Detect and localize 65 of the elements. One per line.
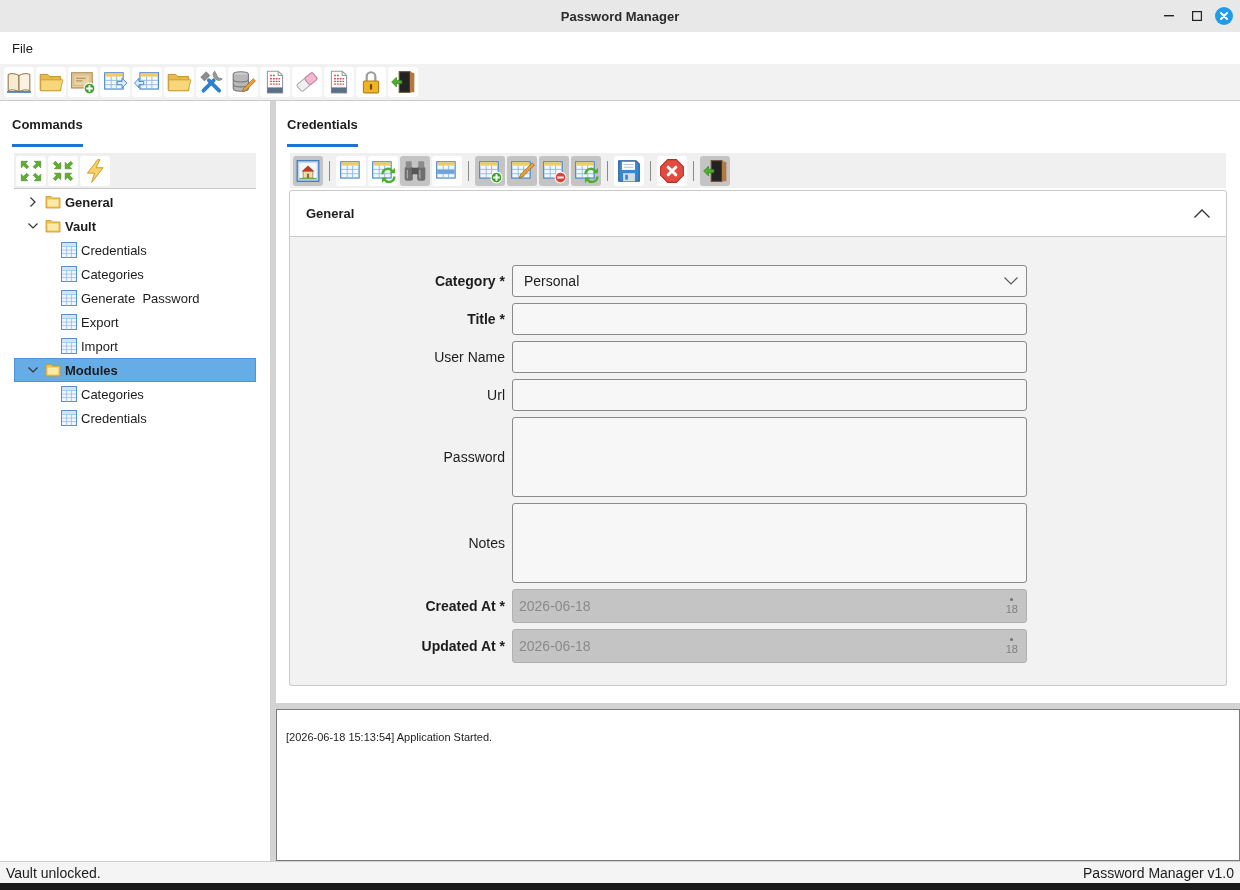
tab[interactable]: Commands [12, 115, 83, 147]
chevron-up-icon[interactable] [1194, 209, 1210, 218]
text-field[interactable] [512, 341, 1027, 373]
status-text: Vault unlocked. [6, 864, 101, 881]
arrows-in-icon [50, 157, 76, 184]
minimize-button[interactable] [1164, 15, 1174, 17]
table-icon [61, 338, 77, 354]
folder-icon [45, 362, 61, 378]
table-icon [61, 410, 77, 426]
door-arrow-icon [702, 157, 728, 184]
tree-item[interactable]: Credentials [14, 406, 256, 430]
table-icon [61, 290, 77, 306]
tools-icon [198, 69, 224, 95]
window-title: Password Manager [560, 8, 680, 24]
field-label: Password [443, 449, 505, 465]
tree-item[interactable]: Categories [14, 262, 256, 286]
table-icon [61, 266, 77, 282]
text-area[interactable] [512, 417, 1027, 497]
toolbar-button[interactable] [400, 155, 430, 186]
close-button[interactable] [1215, 7, 1233, 25]
certificate-plus-icon [70, 69, 96, 95]
dot-icon [1010, 597, 1014, 601]
tree-item[interactable]: Export [14, 310, 256, 334]
table-icon [61, 314, 77, 330]
tree-item[interactable]: Vault [14, 214, 256, 238]
table-icon [61, 242, 77, 258]
version-text: Password Manager v1.0 [1083, 864, 1234, 881]
field-label: Created At * [425, 598, 505, 614]
field-label: Updated At * [421, 638, 505, 654]
minimize-icon [1164, 15, 1174, 17]
tab[interactable]: Credentials [287, 115, 358, 147]
tree-item[interactable]: Generate Password [14, 286, 256, 310]
dropdown-field[interactable]: Personal [512, 265, 1027, 297]
section-header[interactable]: General [289, 190, 1227, 237]
house-picture-icon [295, 157, 321, 184]
toolbar-button[interactable] [700, 155, 730, 186]
maximize-button[interactable] [1192, 11, 1202, 21]
field-label: Notes [468, 535, 505, 551]
close-icon [1215, 7, 1233, 25]
menu-item[interactable]: File [12, 40, 33, 56]
field-label: Category * [434, 273, 505, 289]
door-arrow-icon [390, 69, 416, 95]
text-area[interactable] [512, 503, 1027, 583]
chevron-down-icon [1004, 277, 1018, 285]
text-field[interactable] [512, 379, 1027, 411]
tree-item[interactable]: Credentials [14, 238, 256, 262]
folder-icon [45, 218, 61, 234]
field-label: Url [487, 387, 505, 403]
octagon-x-icon [659, 157, 685, 184]
eraser-icon [294, 69, 320, 95]
tree-item[interactable]: General [14, 190, 256, 214]
tree-item[interactable]: Modules [14, 358, 256, 382]
dot-icon [1010, 637, 1014, 641]
log-line: [2026-06-18 15:13:54] Application Started. [286, 730, 494, 744]
database-pencil-icon [230, 69, 256, 95]
tree-item[interactable]: Import [14, 334, 256, 358]
toolbar-button[interactable] [388, 67, 418, 97]
text-field[interactable] [512, 303, 1027, 335]
maximize-icon [1192, 11, 1202, 21]
section-title: General [306, 206, 355, 221]
field-label: Title * [467, 311, 505, 327]
field-label: User Name [434, 349, 505, 365]
folder-icon [45, 194, 61, 210]
table-icon [61, 386, 77, 402]
tree-item[interactable]: Categories [14, 382, 256, 406]
